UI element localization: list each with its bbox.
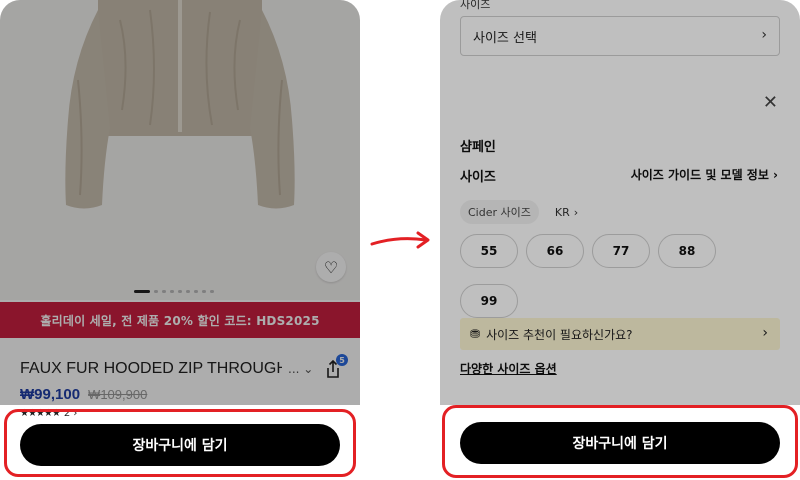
dim-overlay bbox=[440, 0, 800, 405]
size-select-screen: 사이즈 사이즈 선택 › ✕ 샴페인 사이즈 사이즈 가이드 및 모델 정보 ›… bbox=[440, 0, 800, 480]
dim-overlay bbox=[0, 0, 360, 405]
product-detail-screen: ♡ 홀리데이 세일, 전 제품 20% 할인 코드: HDS2025 FAUX … bbox=[0, 0, 360, 480]
flow-canvas: ♡ 홀리데이 세일, 전 제품 20% 할인 코드: HDS2025 FAUX … bbox=[0, 0, 800, 480]
flow-arrow-icon bbox=[370, 231, 430, 249]
highlight-box bbox=[4, 409, 356, 477]
highlight-box bbox=[442, 405, 798, 478]
